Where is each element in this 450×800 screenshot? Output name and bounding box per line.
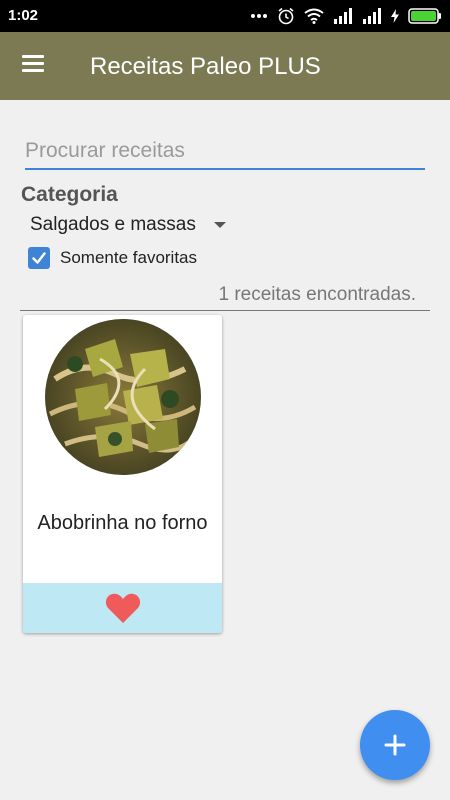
results-count: 1 receitas encontradas. [218, 284, 416, 305]
category-dropdown[interactable]: Salgados e massas [30, 212, 226, 238]
category-label: Categoria [21, 183, 118, 206]
checkmark-icon [32, 252, 46, 264]
category-value: Salgados e massas [30, 214, 196, 235]
status-bar: 1:02 [0, 0, 450, 32]
status-time: 1:02 [8, 7, 39, 24]
heart-icon [105, 593, 140, 623]
menu-button[interactable] [18, 52, 52, 80]
signal-icon-2 [363, 8, 381, 24]
favorites-filter[interactable]: Somente favoritas [28, 247, 197, 269]
signal-icon [334, 8, 352, 24]
add-recipe-button[interactable] [360, 710, 430, 780]
app-title: Receitas Paleo PLUS [90, 53, 321, 80]
plus-icon [384, 734, 406, 756]
recipe-title: Abobrinha no forno [37, 512, 208, 534]
battery-icon [408, 8, 441, 24]
dropdown-arrow-icon [213, 222, 226, 228]
favorites-label: Somente favoritas [60, 248, 198, 267]
recipe-card[interactable]: Abobrinha no forno [23, 315, 222, 633]
menu-icon [18, 55, 52, 72]
divider [20, 310, 430, 311]
alarm-icon [278, 7, 294, 25]
favorites-checkbox[interactable] [28, 247, 50, 269]
recipe-image [45, 319, 201, 475]
status-icons [250, 6, 442, 26]
wifi-icon [304, 8, 324, 24]
more-dots-icon [251, 14, 267, 18]
search-input[interactable] [25, 134, 425, 170]
charging-icon [391, 9, 399, 23]
favorite-button[interactable] [23, 583, 222, 633]
app-bar: Receitas Paleo PLUS [0, 32, 450, 100]
